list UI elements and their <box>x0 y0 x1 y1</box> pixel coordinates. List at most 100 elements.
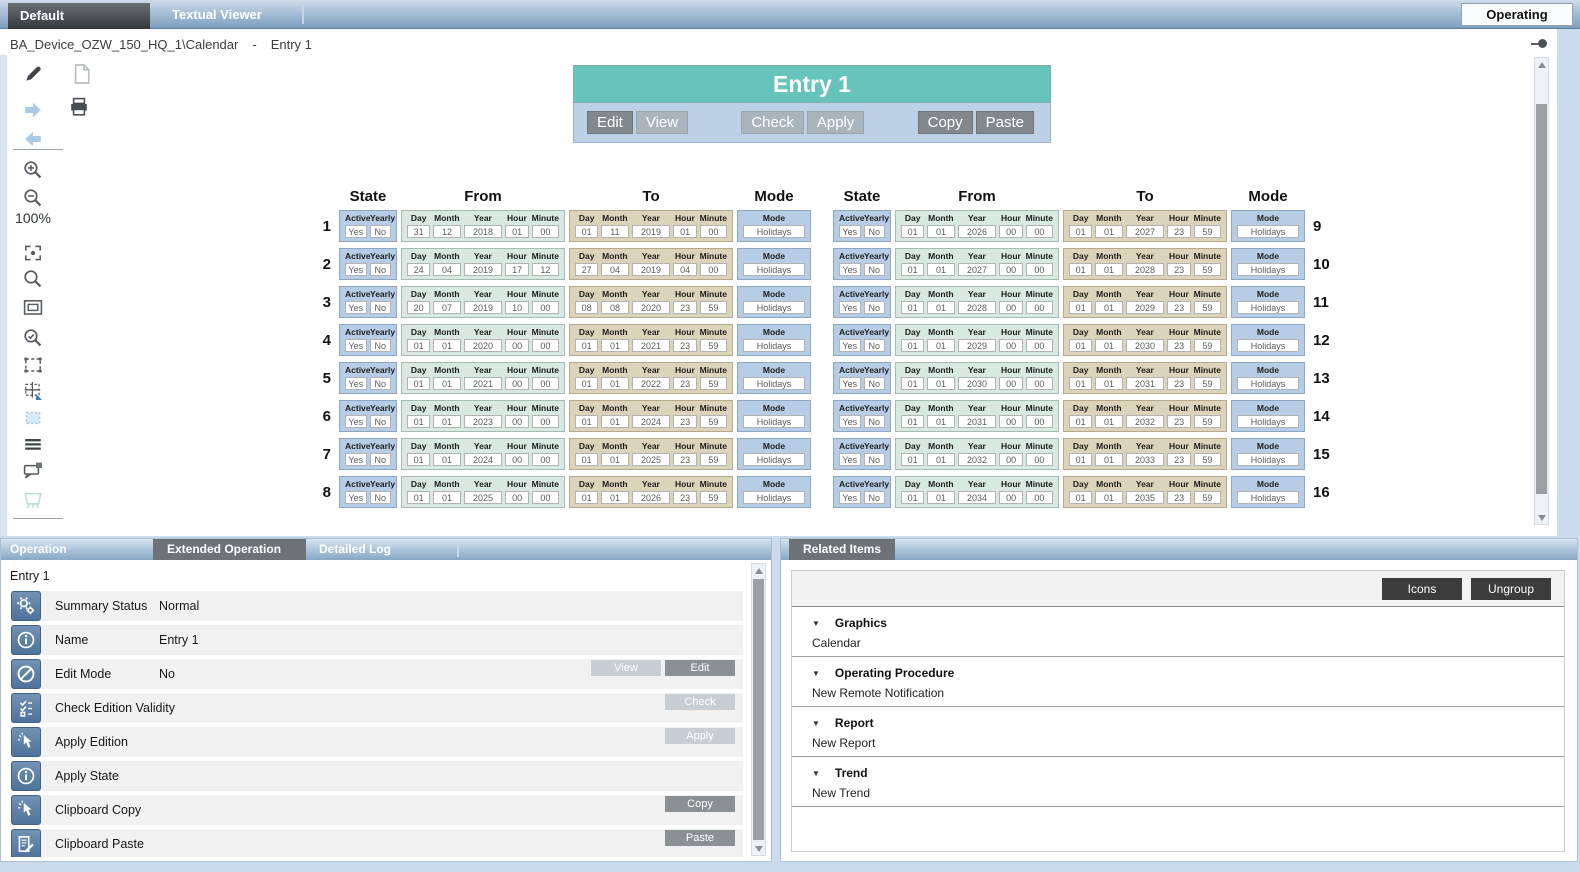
edit-button[interactable]: Edit <box>587 111 633 134</box>
from-hour-cell[interactable]: 00 <box>505 377 528 390</box>
to-minute-cell[interactable]: 59 <box>1194 377 1221 390</box>
from-month-cell[interactable]: 01 <box>927 339 954 352</box>
tab-detailed-log[interactable]: Detailed Log <box>319 539 391 560</box>
from-day-cell[interactable]: 01 <box>901 453 924 466</box>
scroll-up-arrow-icon[interactable] <box>752 564 765 577</box>
to-hour-cell[interactable]: 23 <box>673 491 696 504</box>
to-month-cell[interactable]: 11 <box>601 225 628 238</box>
yearly-cell[interactable]: No <box>370 415 392 428</box>
from-day-cell[interactable]: 01 <box>901 415 924 428</box>
from-minute-cell[interactable]: 00 <box>532 491 559 504</box>
related-item-link[interactable]: New Report <box>812 732 1564 752</box>
tab-operation[interactable]: Operation <box>10 539 67 560</box>
from-minute-cell[interactable]: 00 <box>1026 339 1053 352</box>
to-month-cell[interactable]: 01 <box>1095 453 1122 466</box>
to-month-cell[interactable]: 01 <box>601 453 628 466</box>
from-minute-cell[interactable]: 00 <box>532 301 559 314</box>
tab-related-items[interactable]: Related Items <box>789 539 895 560</box>
from-day-cell[interactable]: 01 <box>901 339 924 352</box>
from-day-cell[interactable]: 01 <box>901 377 924 390</box>
collapse-triangle-icon[interactable]: ▼ <box>812 719 820 728</box>
yearly-cell[interactable]: No <box>370 263 392 276</box>
yearly-cell[interactable]: No <box>864 339 886 352</box>
scroll-down-arrow-icon[interactable] <box>752 842 765 855</box>
from-year-cell[interactable]: 2019 <box>464 301 503 314</box>
edit-pen-icon[interactable] <box>21 62 45 86</box>
from-day-cell[interactable]: 20 <box>407 301 430 314</box>
related-section-header[interactable]: ▼Trend <box>812 764 1564 782</box>
copy-button[interactable]: Copy <box>665 796 735 812</box>
canvas-scrollbar[interactable] <box>1534 57 1549 525</box>
to-hour-cell[interactable]: 23 <box>673 339 696 352</box>
from-year-cell[interactable]: 2028 <box>958 301 997 314</box>
to-minute-cell[interactable]: 59 <box>700 301 727 314</box>
from-year-cell[interactable]: 2029 <box>958 339 997 352</box>
active-cell[interactable]: Yes <box>345 263 367 276</box>
operation-row[interactable]: NameEntry 1 <box>11 625 743 655</box>
tab-default[interactable]: Default <box>8 3 150 29</box>
operation-row[interactable]: Edit ModeNoViewEdit <box>11 659 743 689</box>
to-day-cell[interactable]: 01 <box>575 453 598 466</box>
yearly-cell[interactable]: No <box>864 491 886 504</box>
from-year-cell[interactable]: 2030 <box>958 377 997 390</box>
from-minute-cell[interactable]: 00 <box>1026 377 1053 390</box>
related-item-link[interactable]: New Remote Notification <box>812 682 1564 702</box>
mode-cell[interactable]: Holidays <box>743 491 805 504</box>
to-year-cell[interactable]: 2019 <box>632 263 671 276</box>
from-hour-cell[interactable]: 00 <box>505 415 528 428</box>
from-hour-cell[interactable]: 00 <box>505 491 528 504</box>
to-year-cell[interactable]: 2033 <box>1126 453 1165 466</box>
ungroup-button[interactable]: Ungroup <box>1471 578 1551 600</box>
to-year-cell[interactable]: 2030 <box>1126 339 1165 352</box>
from-hour-cell[interactable]: 00 <box>999 339 1022 352</box>
to-year-cell[interactable]: 2022 <box>632 377 671 390</box>
to-year-cell[interactable]: 2029 <box>1126 301 1165 314</box>
from-month-cell[interactable]: 12 <box>433 225 460 238</box>
to-hour-cell[interactable]: 23 <box>1167 263 1190 276</box>
to-hour-cell[interactable]: 23 <box>1167 377 1190 390</box>
to-month-cell[interactable]: 01 <box>1095 263 1122 276</box>
from-day-cell[interactable]: 01 <box>407 491 430 504</box>
to-hour-cell[interactable]: 23 <box>1167 491 1190 504</box>
to-minute-cell[interactable]: 59 <box>700 377 727 390</box>
from-minute-cell[interactable]: 00 <box>532 225 559 238</box>
mode-cell[interactable]: Holidays <box>743 415 805 428</box>
active-cell[interactable]: Yes <box>345 225 367 238</box>
yearly-cell[interactable]: No <box>370 339 392 352</box>
yearly-cell[interactable]: No <box>370 491 392 504</box>
active-cell[interactable]: Yes <box>345 377 367 390</box>
to-day-cell[interactable]: 01 <box>1069 225 1092 238</box>
to-year-cell[interactable]: 2027 <box>1126 225 1165 238</box>
from-hour-cell[interactable]: 00 <box>999 453 1022 466</box>
to-month-cell[interactable]: 01 <box>1095 377 1122 390</box>
related-item-link[interactable]: Calendar <box>812 632 1564 652</box>
from-minute-cell[interactable]: 00 <box>1026 263 1053 276</box>
yearly-cell[interactable]: No <box>864 377 886 390</box>
yearly-cell[interactable]: No <box>864 263 886 276</box>
from-month-cell[interactable]: 01 <box>927 491 954 504</box>
to-year-cell[interactable]: 2024 <box>632 415 671 428</box>
from-year-cell[interactable]: 2019 <box>464 263 503 276</box>
to-hour-cell[interactable]: 23 <box>673 453 696 466</box>
operation-row[interactable]: Check Edition ValidityCheck <box>11 693 743 723</box>
from-month-cell[interactable]: 01 <box>433 377 460 390</box>
to-hour-cell[interactable]: 23 <box>1167 225 1190 238</box>
mode-cell[interactable]: Holidays <box>743 377 805 390</box>
check-button[interactable]: Check <box>741 111 804 134</box>
icons-button[interactable]: Icons <box>1382 578 1462 600</box>
from-minute-cell[interactable]: 12 <box>532 263 559 276</box>
from-month-cell[interactable]: 01 <box>927 225 954 238</box>
scroll-thumb[interactable] <box>1536 104 1547 494</box>
view-button[interactable]: View <box>591 660 661 676</box>
mode-cell[interactable]: Holidays <box>1237 377 1299 390</box>
to-minute-cell[interactable]: 59 <box>700 453 727 466</box>
from-month-cell[interactable]: 01 <box>927 263 954 276</box>
zoom-out-icon[interactable] <box>21 186 45 210</box>
paste-button[interactable]: Paste <box>976 111 1034 134</box>
from-day-cell[interactable]: 01 <box>407 415 430 428</box>
related-item-link[interactable]: New Trend <box>812 782 1564 802</box>
from-hour-cell[interactable]: 17 <box>505 263 528 276</box>
from-year-cell[interactable]: 2031 <box>958 415 997 428</box>
to-year-cell[interactable]: 2035 <box>1126 491 1165 504</box>
to-minute-cell[interactable]: 59 <box>1194 415 1221 428</box>
